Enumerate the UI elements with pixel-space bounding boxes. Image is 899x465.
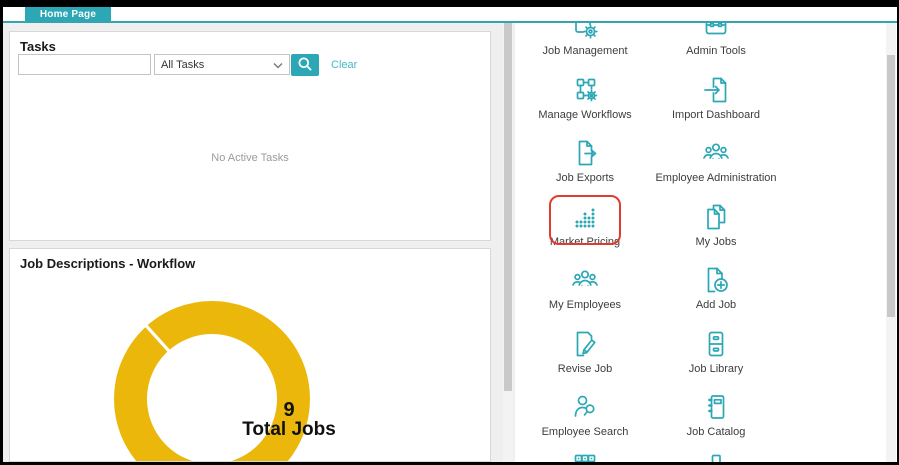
tab-label: Home Page [40,9,96,20]
tasks-panel: Tasks All Tasks [9,31,491,241]
search-icon [297,56,313,75]
my-jobs-icon [700,201,732,233]
task-filter-dropdown[interactable]: All Tasks [154,54,290,75]
tile-partial-right[interactable] [631,454,801,462]
document-icon [700,454,732,462]
task-filter-value: All Tasks [161,59,273,71]
manage-workflows-icon [569,74,601,106]
import-dashboard-icon [700,74,732,106]
tile-job-catalog[interactable]: Job Catalog [631,391,801,438]
tile-employee-administration[interactable]: Employee Administration [631,137,801,184]
task-controls: All Tasks Clear [10,54,490,78]
left-scrollbar-thumb[interactable] [504,23,512,391]
org-chart-icon [569,454,601,462]
right-scrollbar-thumb[interactable] [887,55,895,317]
main-content: Tasks All Tasks [3,23,897,462]
tile-label: Job Exports [556,172,614,184]
total-jobs-label: Total Jobs [189,420,389,440]
job-library-icon [700,328,732,360]
tile-import-dashboard[interactable]: Import Dashboard [631,74,801,121]
chevron-down-icon [273,56,283,74]
employee-administration-icon [700,137,732,169]
tile-label: Employee Search [542,426,629,438]
tile-label: Manage Workflows [538,109,631,121]
tab-home-page[interactable]: Home Page [25,7,111,21]
tile-label: Import Dashboard [672,109,760,121]
workflow-panel: Job Descriptions - Workflow 9 Total Jobs [9,248,491,462]
dashboard-column: Tasks All Tasks [3,23,515,462]
tile-label: Employee Administration [655,172,776,184]
job-exports-icon [569,137,601,169]
left-panel-scrollbar[interactable] [503,23,513,462]
tab-bar: Home Page [3,7,897,21]
tile-label: Market Pricing [550,236,620,248]
app-grid: Job Management Admin Tools [515,23,886,462]
tile-job-library[interactable]: Job Library [631,328,801,375]
add-job-icon [700,264,732,296]
market-pricing-icon [569,201,601,233]
clear-link[interactable]: Clear [331,54,357,76]
right-panel-scrollbar[interactable] [886,23,896,462]
job-management-icon [569,23,601,42]
tile-label: Admin Tools [686,45,746,57]
tile-admin-tools[interactable]: Admin Tools [631,23,801,57]
tile-label: Add Job [696,299,736,311]
search-button[interactable] [291,54,319,76]
donut-center-text: 9 Total Jobs [189,400,389,440]
employee-search-icon [569,391,601,423]
tile-label: Job Management [543,45,628,57]
tile-label: Job Library [689,363,743,375]
tile-label: Job Catalog [687,426,746,438]
tile-label: Revise Job [558,363,612,375]
app-window: Home Page Tasks All Tasks [3,7,897,462]
tile-add-job[interactable]: Add Job [631,264,801,311]
donut-chart: 9 Total Jobs [87,274,337,462]
no-active-tasks-message: No Active Tasks [10,152,490,164]
my-employees-icon [569,264,601,296]
tile-label: My Jobs [696,236,737,248]
revise-job-icon [569,328,601,360]
workflow-title: Job Descriptions - Workflow [20,256,195,271]
total-jobs-value: 9 [189,400,389,420]
job-catalog-icon [700,391,732,423]
task-search-input[interactable] [18,54,151,75]
tile-my-jobs[interactable]: My Jobs [631,201,801,248]
tasks-title: Tasks [20,39,56,54]
tile-label: My Employees [549,299,621,311]
admin-tools-icon [700,23,732,42]
